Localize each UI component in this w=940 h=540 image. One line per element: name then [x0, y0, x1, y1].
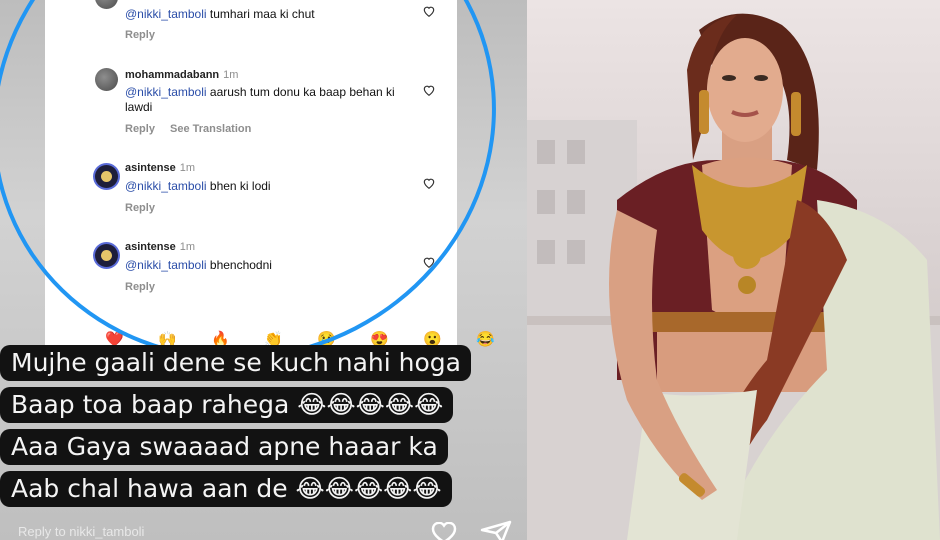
comment-text: @nikki_tamboli bhen ki lodi: [125, 179, 405, 194]
comment-time: 1m: [223, 69, 239, 81]
avatar[interactable]: [95, 0, 118, 9]
heart-icon[interactable]: [430, 522, 458, 540]
portrait-photo: [527, 0, 940, 540]
mention-link[interactable]: @nikki_tamboli: [125, 179, 207, 193]
reply-button[interactable]: Reply: [125, 202, 155, 214]
see-translation-button[interactable]: See Translation: [170, 123, 251, 135]
comment-text: @nikki_tamboli aarush tum donu ka baap b…: [125, 85, 395, 115]
avatar[interactable]: [95, 165, 118, 188]
comment-text: @nikki_tamboli bhenchodni: [125, 258, 405, 273]
reply-placeholder: Reply to nikki_tamboli: [18, 524, 145, 539]
like-heart-icon[interactable]: [422, 83, 436, 97]
avatar[interactable]: [95, 68, 118, 91]
comment-actions: Reply See Translation: [125, 123, 263, 135]
comment-time: 1m: [179, 241, 196, 253]
comments-panel: @nikki_tamboli tumhari maa ki chut Reply…: [45, 0, 495, 360]
caption-line-4: Aab chal hawa aan de 😂😂😂😂😂: [0, 471, 452, 507]
mention-link[interactable]: @nikki_tamboli: [125, 85, 207, 99]
caption-line-3: Aaa Gaya swaaaad apne haaar ka: [0, 429, 448, 465]
caption-line-2: Baap toa baap rahega 😂😂😂😂😂: [0, 387, 454, 423]
comment-actions: Reply: [125, 202, 167, 214]
woman-in-saree-image: [527, 13, 940, 540]
comment-actions: Reply: [125, 29, 167, 41]
story-screenshot: @nikki_tamboli tumhari maa ki chut Reply…: [0, 0, 527, 540]
reply-button[interactable]: Reply: [125, 281, 155, 293]
send-icon[interactable]: [480, 520, 512, 540]
comment-username[interactable]: asintense 1m: [125, 241, 195, 253]
reply-button[interactable]: Reply: [125, 123, 155, 135]
like-heart-icon[interactable]: [422, 4, 436, 18]
comment-body: bhenchodni: [209, 258, 272, 272]
avatar[interactable]: [95, 244, 118, 267]
reply-button[interactable]: Reply: [125, 29, 155, 41]
mention-link[interactable]: @nikki_tamboli: [125, 7, 207, 21]
comment-username[interactable]: asintense 1m: [125, 162, 195, 174]
story-caption: Mujhe gaali dene se kuch nahi hoga Baap …: [0, 345, 527, 540]
comment-time: 1m: [179, 162, 196, 174]
like-heart-icon[interactable]: [422, 176, 436, 190]
caption-line-1: Mujhe gaali dene se kuch nahi hoga: [0, 345, 471, 381]
like-heart-icon[interactable]: [422, 255, 436, 269]
mention-link[interactable]: @nikki_tamboli: [125, 258, 207, 272]
comment-username[interactable]: mohammadabann 1m: [125, 69, 238, 81]
comment-body: tumhari maa ki chut: [209, 7, 315, 21]
comment-text: @nikki_tamboli tumhari maa ki chut: [125, 7, 405, 22]
comment-actions: Reply: [125, 281, 167, 293]
comment-body: bhen ki lodi: [209, 179, 271, 193]
